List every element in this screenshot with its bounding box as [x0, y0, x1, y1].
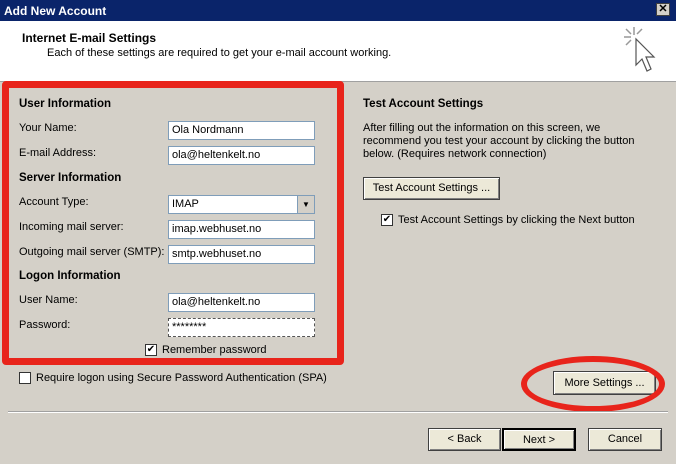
next-button[interactable]: Next > [502, 428, 576, 451]
test-on-next-label: Test Account Settings by clicking the Ne… [398, 214, 635, 226]
test-on-next-checkbox[interactable]: ✔ [381, 214, 393, 226]
test-account-settings-button[interactable]: Test Account Settings ... [363, 177, 500, 200]
test-settings-heading: Test Account Settings [363, 98, 484, 110]
spa-checkbox[interactable] [19, 372, 31, 384]
back-button[interactable]: < Back [428, 428, 501, 451]
page-subtitle: Each of these settings are required to g… [47, 47, 392, 59]
wizard-header: Internet E-mail Settings Each of these s… [0, 21, 676, 82]
page-title: Internet E-mail Settings [22, 31, 157, 45]
wizard-cursor-icon [624, 27, 656, 72]
footer-separator [8, 411, 668, 413]
close-button[interactable]: ✕ [656, 3, 670, 16]
test-settings-description: After filling out the information on thi… [363, 122, 635, 160]
cancel-button[interactable]: Cancel [588, 428, 662, 451]
highlight-oval [521, 356, 665, 412]
close-icon: ✕ [658, 3, 668, 15]
title-bar: Add New Account ✕ [0, 0, 676, 21]
highlight-rectangle [2, 81, 344, 365]
checkmark-icon: ✔ [382, 214, 392, 225]
spa-label: Require logon using Secure Password Auth… [36, 372, 327, 384]
window-title: Add New Account [4, 4, 107, 18]
